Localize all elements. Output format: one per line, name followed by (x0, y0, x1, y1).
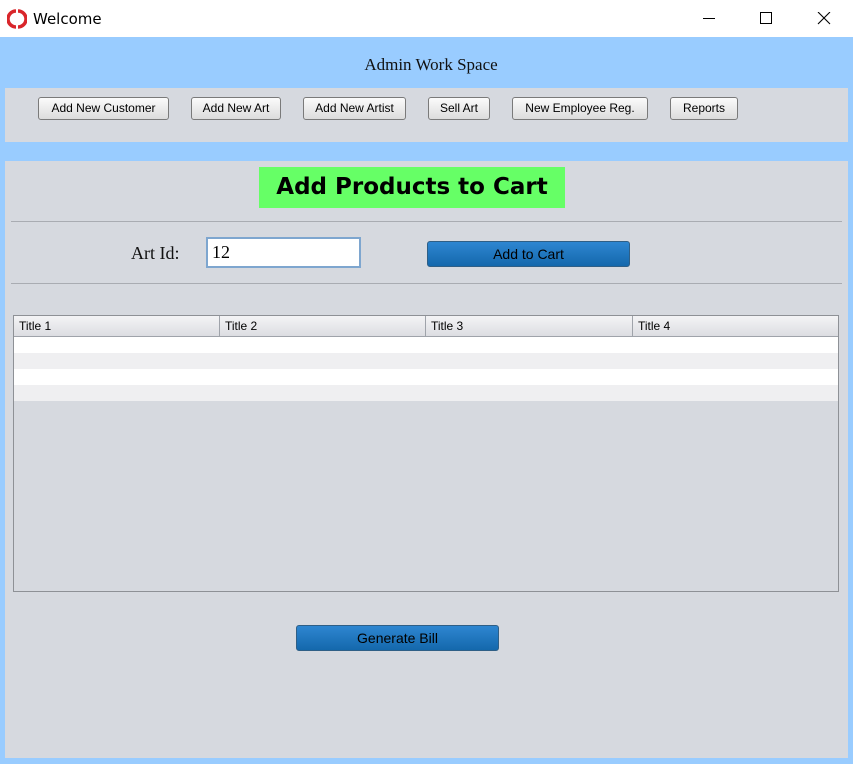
separator-top (11, 221, 842, 222)
add-new-customer-button[interactable]: Add New Customer (38, 97, 169, 120)
maximize-button[interactable] (737, 0, 795, 37)
add-new-artist-button[interactable]: Add New Artist (303, 97, 406, 120)
reports-button[interactable]: Reports (670, 97, 738, 120)
column-header-title-4[interactable]: Title 4 (633, 316, 838, 336)
close-button[interactable] (795, 0, 853, 37)
minimize-icon (703, 18, 715, 19)
cart-table[interactable]: Title 1 Title 2 Title 3 Title 4 (13, 315, 839, 592)
column-header-title-2[interactable]: Title 2 (220, 316, 426, 336)
generate-bill-button[interactable]: Generate Bill (296, 625, 499, 651)
close-icon (817, 12, 831, 25)
table-row[interactable] (14, 369, 838, 385)
new-employee-reg-button[interactable]: New Employee Reg. (512, 97, 648, 120)
column-header-title-3[interactable]: Title 3 (426, 316, 633, 336)
java-app-icon (7, 9, 27, 29)
table-header: Title 1 Title 2 Title 3 Title 4 (14, 316, 838, 337)
separator-bottom (11, 283, 842, 284)
table-row[interactable] (14, 337, 838, 353)
window-title: Welcome (33, 10, 102, 28)
art-id-label: Art Id: (131, 243, 180, 263)
sell-art-button[interactable]: Sell Art (428, 97, 490, 120)
table-row[interactable] (14, 353, 838, 369)
art-id-input[interactable] (206, 237, 361, 268)
column-header-title-1[interactable]: Title 1 (14, 316, 220, 336)
add-to-cart-button[interactable]: Add to Cart (427, 241, 630, 267)
cart-panel: Add Products to Cart Art Id: Add to Cart… (5, 161, 848, 758)
add-new-art-button[interactable]: Add New Art (191, 97, 281, 120)
table-row[interactable] (14, 385, 838, 401)
maximize-icon (760, 12, 772, 24)
workspace-title: Admin Work Space (364, 55, 498, 74)
minimize-button[interactable] (680, 0, 738, 37)
nav-panel: Add New Customer Add New Art Add New Art… (5, 88, 848, 142)
title-bar: Welcome (0, 0, 853, 37)
cart-heading: Add Products to Cart (259, 167, 565, 208)
